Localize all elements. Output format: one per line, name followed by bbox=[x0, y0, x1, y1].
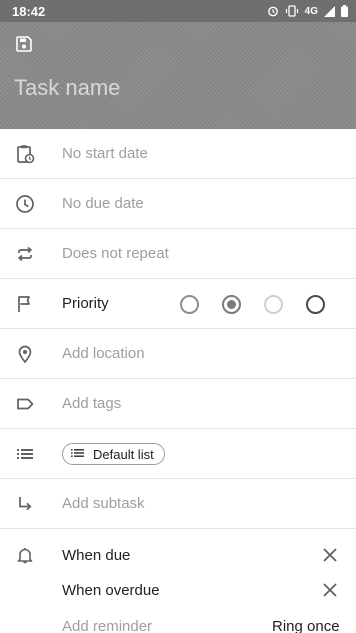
status-time: 18:42 bbox=[12, 3, 46, 19]
task-name-input[interactable] bbox=[14, 72, 334, 104]
status-bar: 18:42 4G bbox=[0, 0, 356, 22]
repeat-icon bbox=[14, 243, 36, 265]
priority-label: Priority bbox=[62, 295, 109, 312]
save-button[interactable] bbox=[14, 35, 34, 57]
due-date-label: No due date bbox=[62, 195, 144, 212]
list-icon bbox=[14, 443, 36, 465]
reminders-section: When due When overdue Add reminder Ring … bbox=[0, 530, 356, 633]
location-pin-icon bbox=[14, 343, 36, 365]
remove-reminder-button[interactable] bbox=[320, 580, 340, 600]
battery-icon bbox=[341, 5, 348, 17]
tag-icon bbox=[14, 393, 36, 415]
priority-row: Priority bbox=[0, 279, 356, 329]
subtask-label: Add subtask bbox=[62, 495, 145, 512]
start-date-label: No start date bbox=[62, 145, 148, 162]
chip-list-icon bbox=[71, 447, 85, 462]
ring-mode-selector[interactable]: Ring once bbox=[272, 618, 340, 633]
signal-icon bbox=[324, 5, 335, 17]
network-type: 4G bbox=[304, 5, 318, 17]
repeat-label: Does not repeat bbox=[62, 245, 169, 262]
repeat-row[interactable]: Does not repeat bbox=[0, 229, 356, 279]
subdirectory-arrow-icon bbox=[14, 493, 36, 515]
tags-label: Add tags bbox=[62, 395, 122, 412]
bell-icon bbox=[15, 545, 35, 565]
list-row: Default list bbox=[0, 429, 356, 479]
status-icons: 4G bbox=[267, 5, 348, 17]
priority-selector bbox=[180, 279, 325, 329]
location-row[interactable]: Add location bbox=[0, 329, 356, 379]
add-reminder-button[interactable]: Add reminder bbox=[62, 618, 152, 633]
clock-icon bbox=[14, 193, 36, 215]
priority-option-low[interactable] bbox=[264, 294, 283, 314]
start-date-row[interactable]: No start date bbox=[0, 129, 356, 179]
tags-row[interactable]: Add tags bbox=[0, 379, 356, 429]
priority-option-medium[interactable] bbox=[222, 294, 241, 314]
location-label: Add location bbox=[62, 345, 145, 362]
reminder-item: When overdue bbox=[62, 582, 160, 599]
subtask-row[interactable]: Add subtask bbox=[0, 479, 356, 529]
task-fields: No start date No due date Does not repea… bbox=[0, 129, 356, 529]
alarm-icon bbox=[267, 5, 279, 17]
default-list-chip[interactable]: Default list bbox=[62, 443, 165, 465]
due-date-row[interactable]: No due date bbox=[0, 179, 356, 229]
clipboard-clock-icon bbox=[14, 143, 36, 165]
remove-reminder-button[interactable] bbox=[320, 545, 340, 565]
chip-label: Default list bbox=[93, 446, 154, 462]
flag-icon bbox=[14, 293, 36, 315]
reminder-item: When due bbox=[62, 547, 131, 564]
vibrate-icon bbox=[285, 5, 299, 17]
save-icon bbox=[16, 35, 32, 57]
task-header bbox=[0, 22, 356, 129]
priority-option-none[interactable] bbox=[306, 294, 325, 314]
priority-option-high[interactable] bbox=[180, 294, 199, 314]
